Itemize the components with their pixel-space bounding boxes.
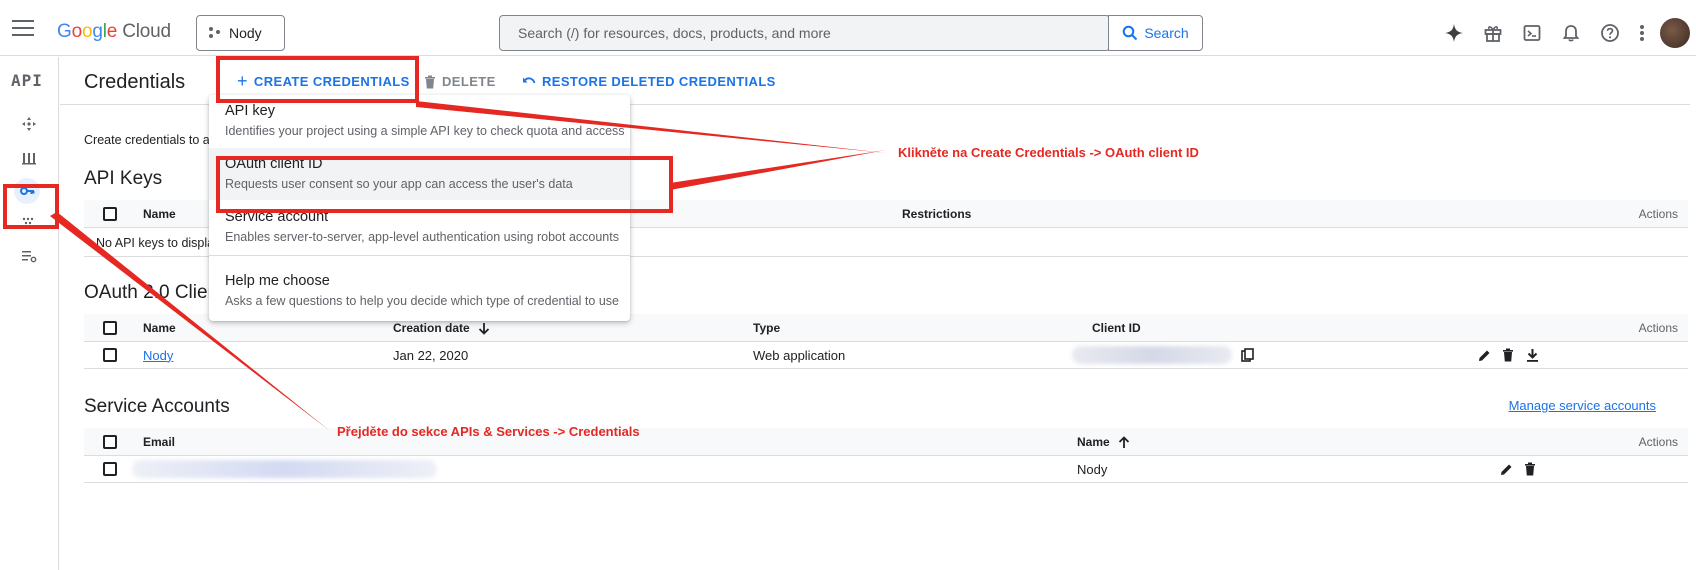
search-input[interactable]: Search (/) for resources, docs, products… — [499, 15, 1110, 51]
trash-icon — [425, 75, 435, 88]
trash-icon[interactable] — [1522, 461, 1538, 477]
rail-api-title: API — [11, 71, 43, 90]
column-header-name[interactable]: Name — [1077, 428, 1130, 456]
copy-icon[interactable] — [1240, 347, 1256, 363]
delete-button[interactable]: DELETE — [424, 74, 496, 89]
arrow-up-icon — [1118, 435, 1129, 448]
column-header-email: Email — [143, 435, 176, 449]
column-header-actions: Actions — [1638, 207, 1678, 221]
column-header-restrictions: Restrictions — [902, 207, 972, 221]
edit-pencil-icon[interactable] — [1498, 461, 1514, 477]
api-keys-empty-text: No API keys to displa — [96, 236, 215, 250]
column-header-type: Type — [753, 321, 781, 335]
row-checkbox[interactable] — [103, 462, 117, 476]
annotation-text-create-credentials: Klikněte na Create Credentials -> OAuth … — [898, 145, 1199, 160]
more-vert-icon[interactable] — [1635, 19, 1649, 47]
brand-cloud-label: Cloud — [122, 21, 171, 42]
google-cloud-logo[interactable]: Google Cloud — [57, 21, 171, 43]
restore-label: RESTORE DELETED CREDENTIALS — [542, 74, 776, 89]
service-account-name: Nody — [1077, 461, 1108, 477]
menu-item-help-me-choose[interactable]: Help me choose Asks a few questions to h… — [209, 265, 630, 317]
dashboard-icon[interactable] — [18, 113, 40, 135]
top-bar: Google Cloud Nody Search (/) for resourc… — [0, 4, 1696, 56]
page-title: Credentials — [84, 71, 186, 93]
client-id-redacted — [1072, 341, 1232, 369]
undo-icon — [523, 76, 536, 83]
left-nav-rail: API — [0, 57, 59, 570]
delete-label: DELETE — [442, 74, 496, 89]
project-name: Nody — [229, 25, 262, 41]
trash-icon[interactable] — [1500, 347, 1516, 363]
creation-date-value: Jan 22, 2020 — [393, 347, 469, 363]
annotation-box-credentials-nav — [3, 184, 59, 229]
column-header-client-id: Client ID — [1092, 321, 1141, 335]
api-keys-title: API Keys — [84, 168, 163, 189]
intro-text: Create credentials to ac — [84, 133, 217, 147]
table-row: Nody Jan 22, 2020 Web application — [84, 341, 1688, 369]
select-all-checkbox[interactable] — [103, 321, 117, 335]
manage-service-accounts-link[interactable]: Manage service accounts — [1509, 398, 1656, 413]
top-icons — [1440, 18, 1696, 48]
gift-icon[interactable] — [1479, 19, 1507, 47]
menu-divider — [209, 255, 630, 256]
help-icon[interactable] — [1596, 19, 1624, 47]
row-checkbox[interactable] — [103, 348, 117, 362]
page-settings-icon[interactable] — [18, 245, 40, 267]
arrow-down-icon — [478, 322, 489, 335]
service-accounts-table-header: Email Name Actions — [84, 428, 1688, 456]
column-header-name: Name — [143, 321, 176, 335]
type-value: Web application — [753, 347, 846, 363]
cloud-shell-icon[interactable] — [1518, 19, 1546, 47]
hamburger-menu-icon[interactable] — [12, 20, 34, 36]
project-picker-button[interactable]: Nody — [196, 15, 285, 51]
oauth-client-name-link[interactable]: Nody — [143, 341, 173, 369]
notifications-bell-icon[interactable] — [1557, 19, 1585, 47]
annotation-text-credentials-section: Přejděte do sekce APIs & Services -> Cre… — [337, 424, 640, 439]
library-icon[interactable] — [18, 147, 40, 169]
column-header-name: Name — [143, 207, 176, 221]
restore-deleted-credentials-button[interactable]: RESTORE DELETED CREDENTIALS — [522, 74, 776, 89]
search-button-label: Search — [1144, 25, 1189, 41]
table-row: Nody — [84, 455, 1688, 483]
project-icon — [209, 27, 221, 39]
annotation-box-create-credentials — [216, 56, 419, 103]
service-accounts-title: Service Accounts — [84, 396, 230, 417]
column-header-actions: Actions — [1638, 435, 1678, 449]
column-header-actions: Actions — [1638, 321, 1678, 335]
email-redacted — [132, 455, 437, 483]
search-icon — [1123, 25, 1138, 41]
annotation-box-oauth-client-id — [216, 156, 673, 213]
search-button[interactable]: Search — [1108, 15, 1203, 51]
edit-pencil-icon[interactable] — [1476, 347, 1492, 363]
avatar[interactable] — [1660, 18, 1690, 48]
select-all-checkbox[interactable] — [103, 435, 117, 449]
gemini-sparkle-icon[interactable] — [1440, 19, 1468, 47]
download-icon[interactable] — [1524, 347, 1540, 363]
select-all-checkbox[interactable] — [103, 207, 117, 221]
search-placeholder: Search (/) for resources, docs, products… — [518, 25, 831, 41]
